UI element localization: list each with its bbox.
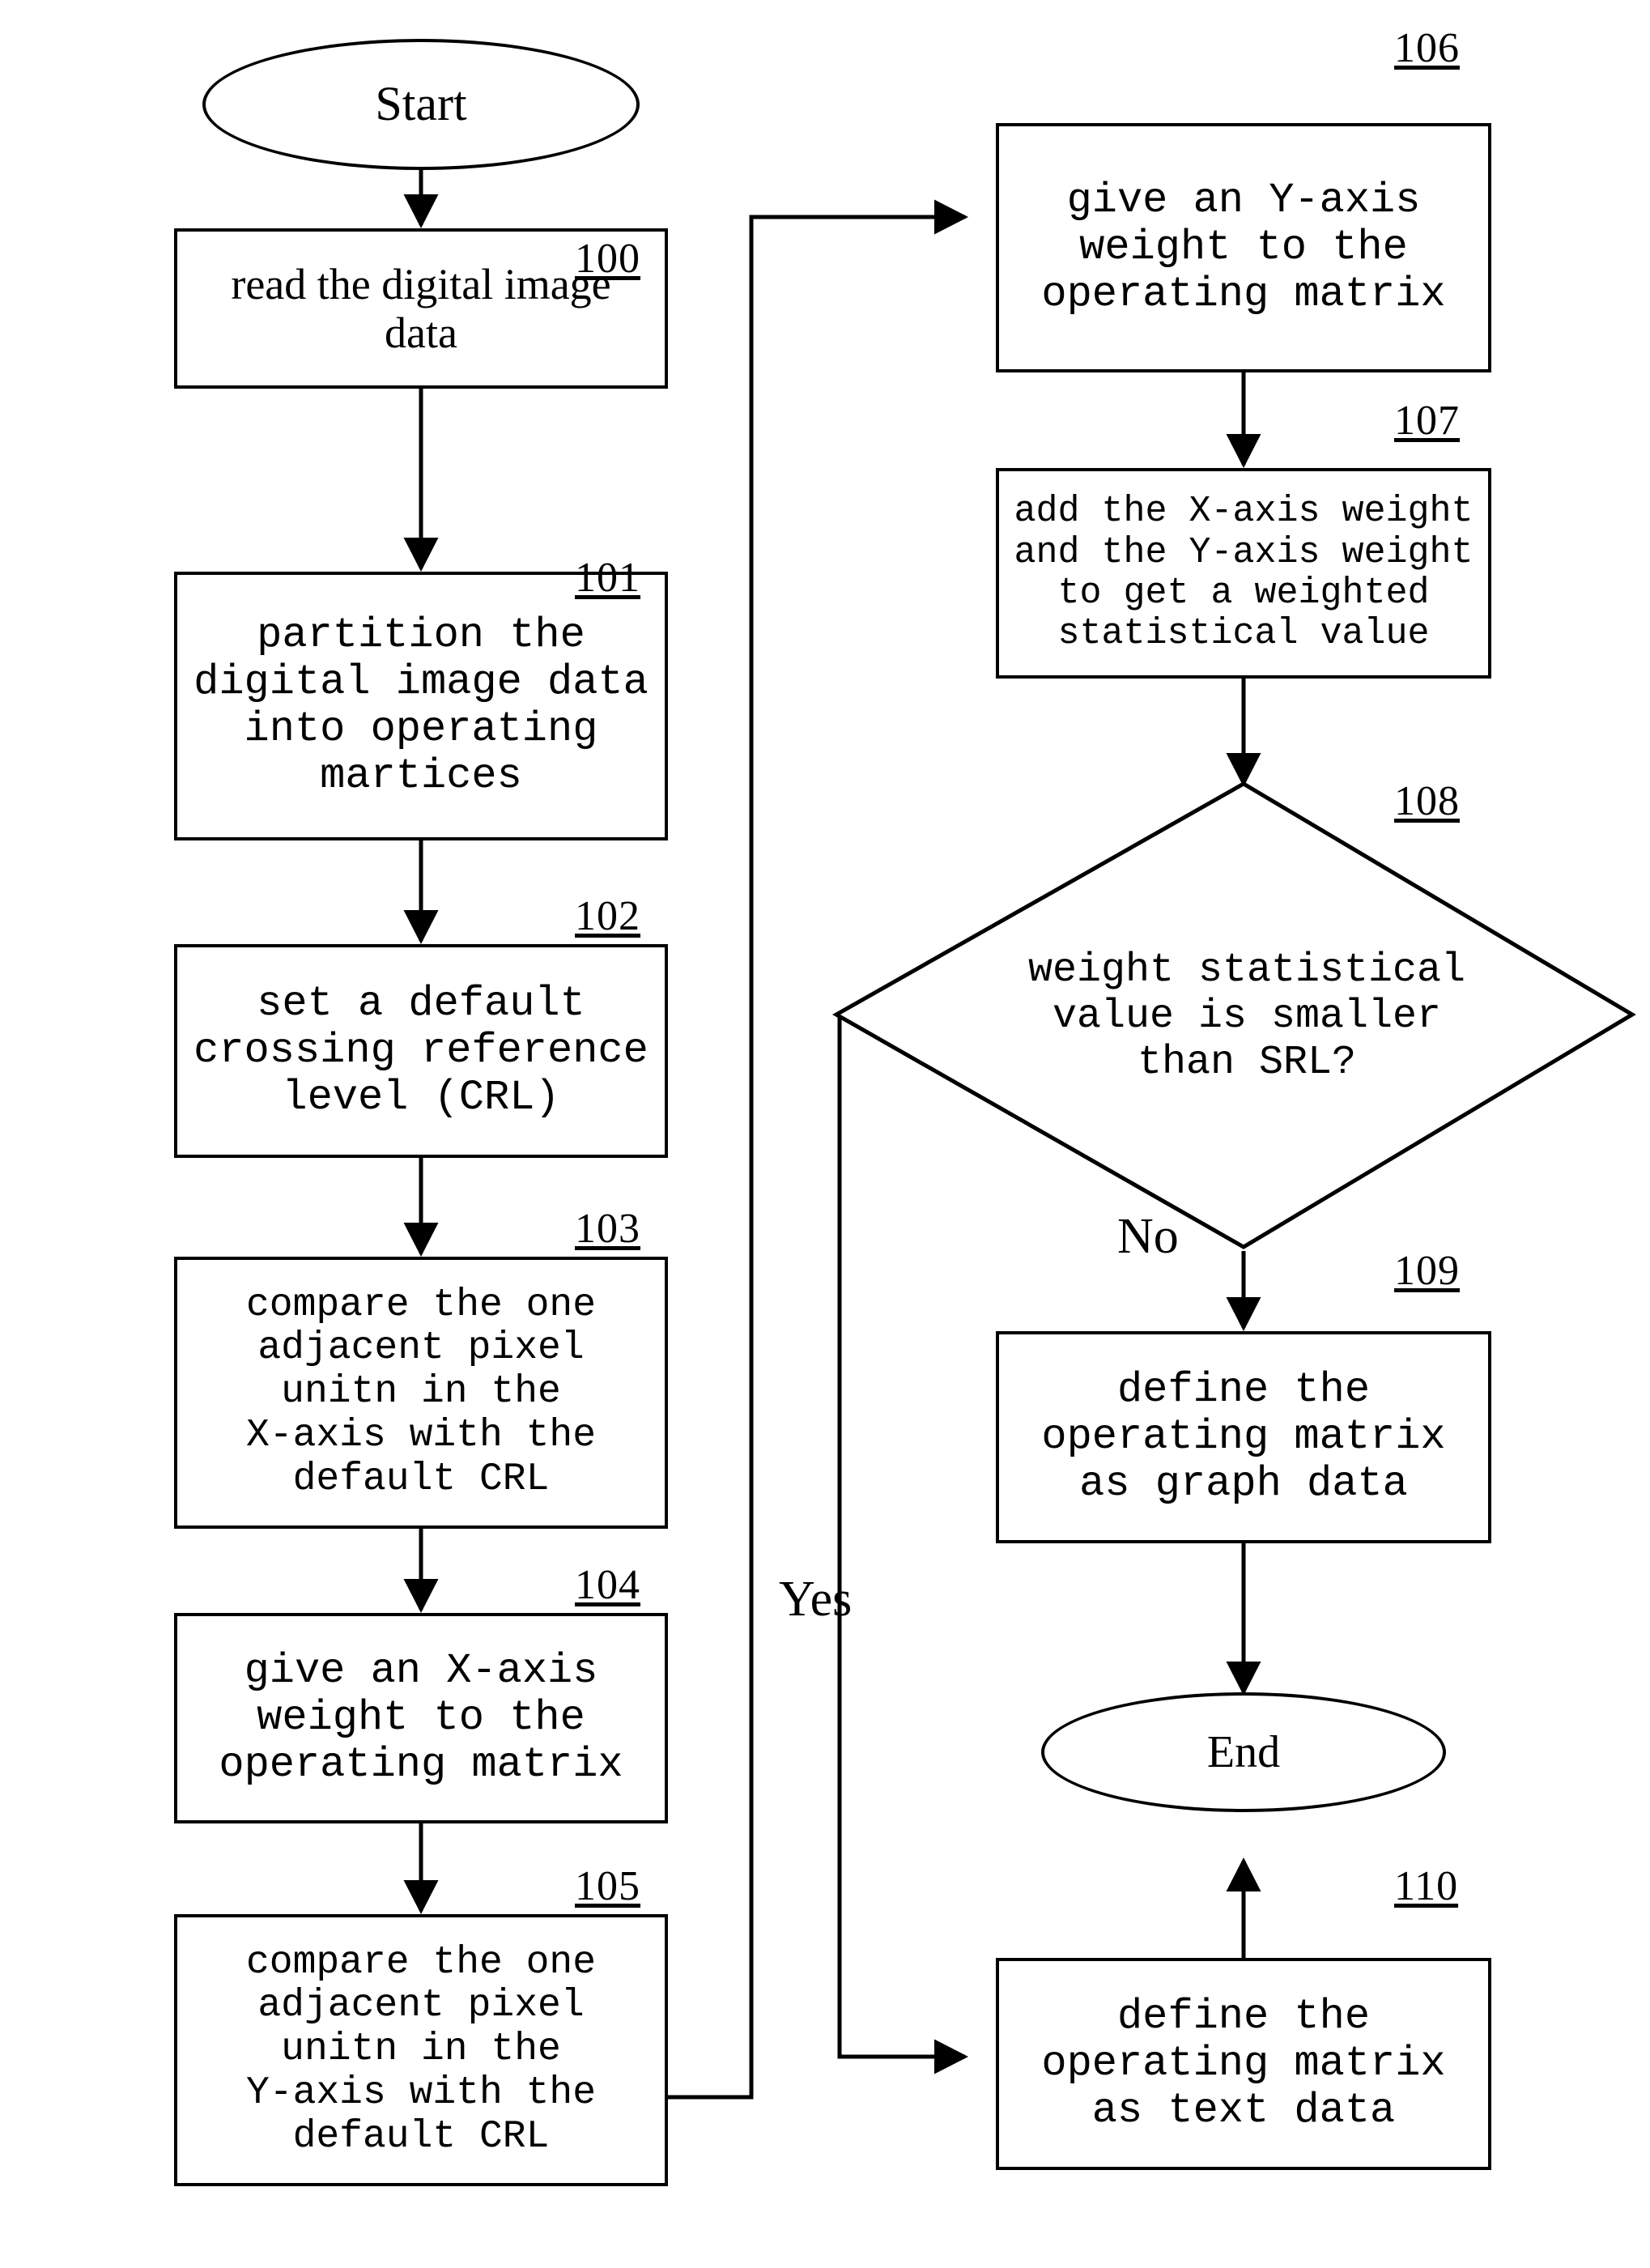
step-tag-102: 102	[575, 893, 640, 939]
step-tag-110: 110	[1394, 1863, 1459, 1909]
step-tag-100: 100	[575, 236, 640, 282]
edge-105-to-106	[668, 199, 969, 2100]
flowchart-canvas: Start End read the digital image data 10…	[0, 0, 1650, 2268]
process-box-105-label: compare the one adjacent pixel unitn in …	[245, 1940, 597, 2159]
step-tag-105: 105	[575, 1863, 640, 1909]
step-tag-101: 101	[575, 555, 640, 601]
process-box-105: compare the one adjacent pixel unitn in …	[174, 1914, 668, 2186]
edge-108-yes-to-110	[836, 1012, 969, 2074]
decision-box-108: weight statistical value is smaller than…	[972, 899, 1522, 1134]
process-box-101-label: partition the digital image data into op…	[193, 611, 649, 801]
terminator-end: End	[1041, 1692, 1446, 1812]
step-tag-103: 103	[575, 1206, 640, 1252]
process-box-106-label: give an Y-axis weight to the operating m…	[1041, 176, 1446, 319]
process-box-110: define the operating matrix as text data	[996, 1958, 1491, 2170]
process-box-103-label: compare the one adjacent pixel unitn in …	[245, 1283, 597, 1501]
process-box-102-label: set a default crossing reference level (…	[193, 979, 649, 1122]
process-box-110-label: define the operating matrix as text data	[1041, 1992, 1446, 2135]
terminator-end-label: End	[1206, 1726, 1281, 1777]
step-tag-106: 106	[1394, 25, 1460, 71]
step-tag-108: 108	[1394, 778, 1460, 824]
step-tag-107: 107	[1394, 398, 1460, 444]
process-box-107: add the X-axis weight and the Y-axis wei…	[996, 468, 1491, 679]
process-box-103: compare the one adjacent pixel unitn in …	[174, 1257, 668, 1529]
branch-label-yes: Yes	[779, 1572, 853, 1627]
process-box-109: define the operating matrix as graph dat…	[996, 1331, 1491, 1543]
process-box-102: set a default crossing reference level (…	[174, 944, 668, 1158]
process-box-104: give an X-axis weight to the operating m…	[174, 1613, 668, 1823]
step-tag-109: 109	[1394, 1248, 1460, 1294]
process-box-107-label: add the X-axis weight and the Y-axis wei…	[1014, 491, 1474, 655]
branch-label-no: No	[1117, 1209, 1179, 1264]
process-box-109-label: define the operating matrix as graph dat…	[1041, 1365, 1446, 1508]
step-tag-104: 104	[575, 1562, 640, 1608]
process-box-106: give an Y-axis weight to the operating m…	[996, 123, 1491, 372]
process-box-100-label: read the digital image data	[231, 259, 611, 357]
decision-box-108-label: weight statistical value is smaller than…	[1027, 947, 1466, 1086]
process-box-101: partition the digital image data into op…	[174, 572, 668, 840]
process-box-104-label: give an X-axis weight to the operating m…	[219, 1646, 623, 1789]
terminator-start-label: Start	[375, 77, 467, 131]
terminator-start: Start	[202, 39, 640, 170]
